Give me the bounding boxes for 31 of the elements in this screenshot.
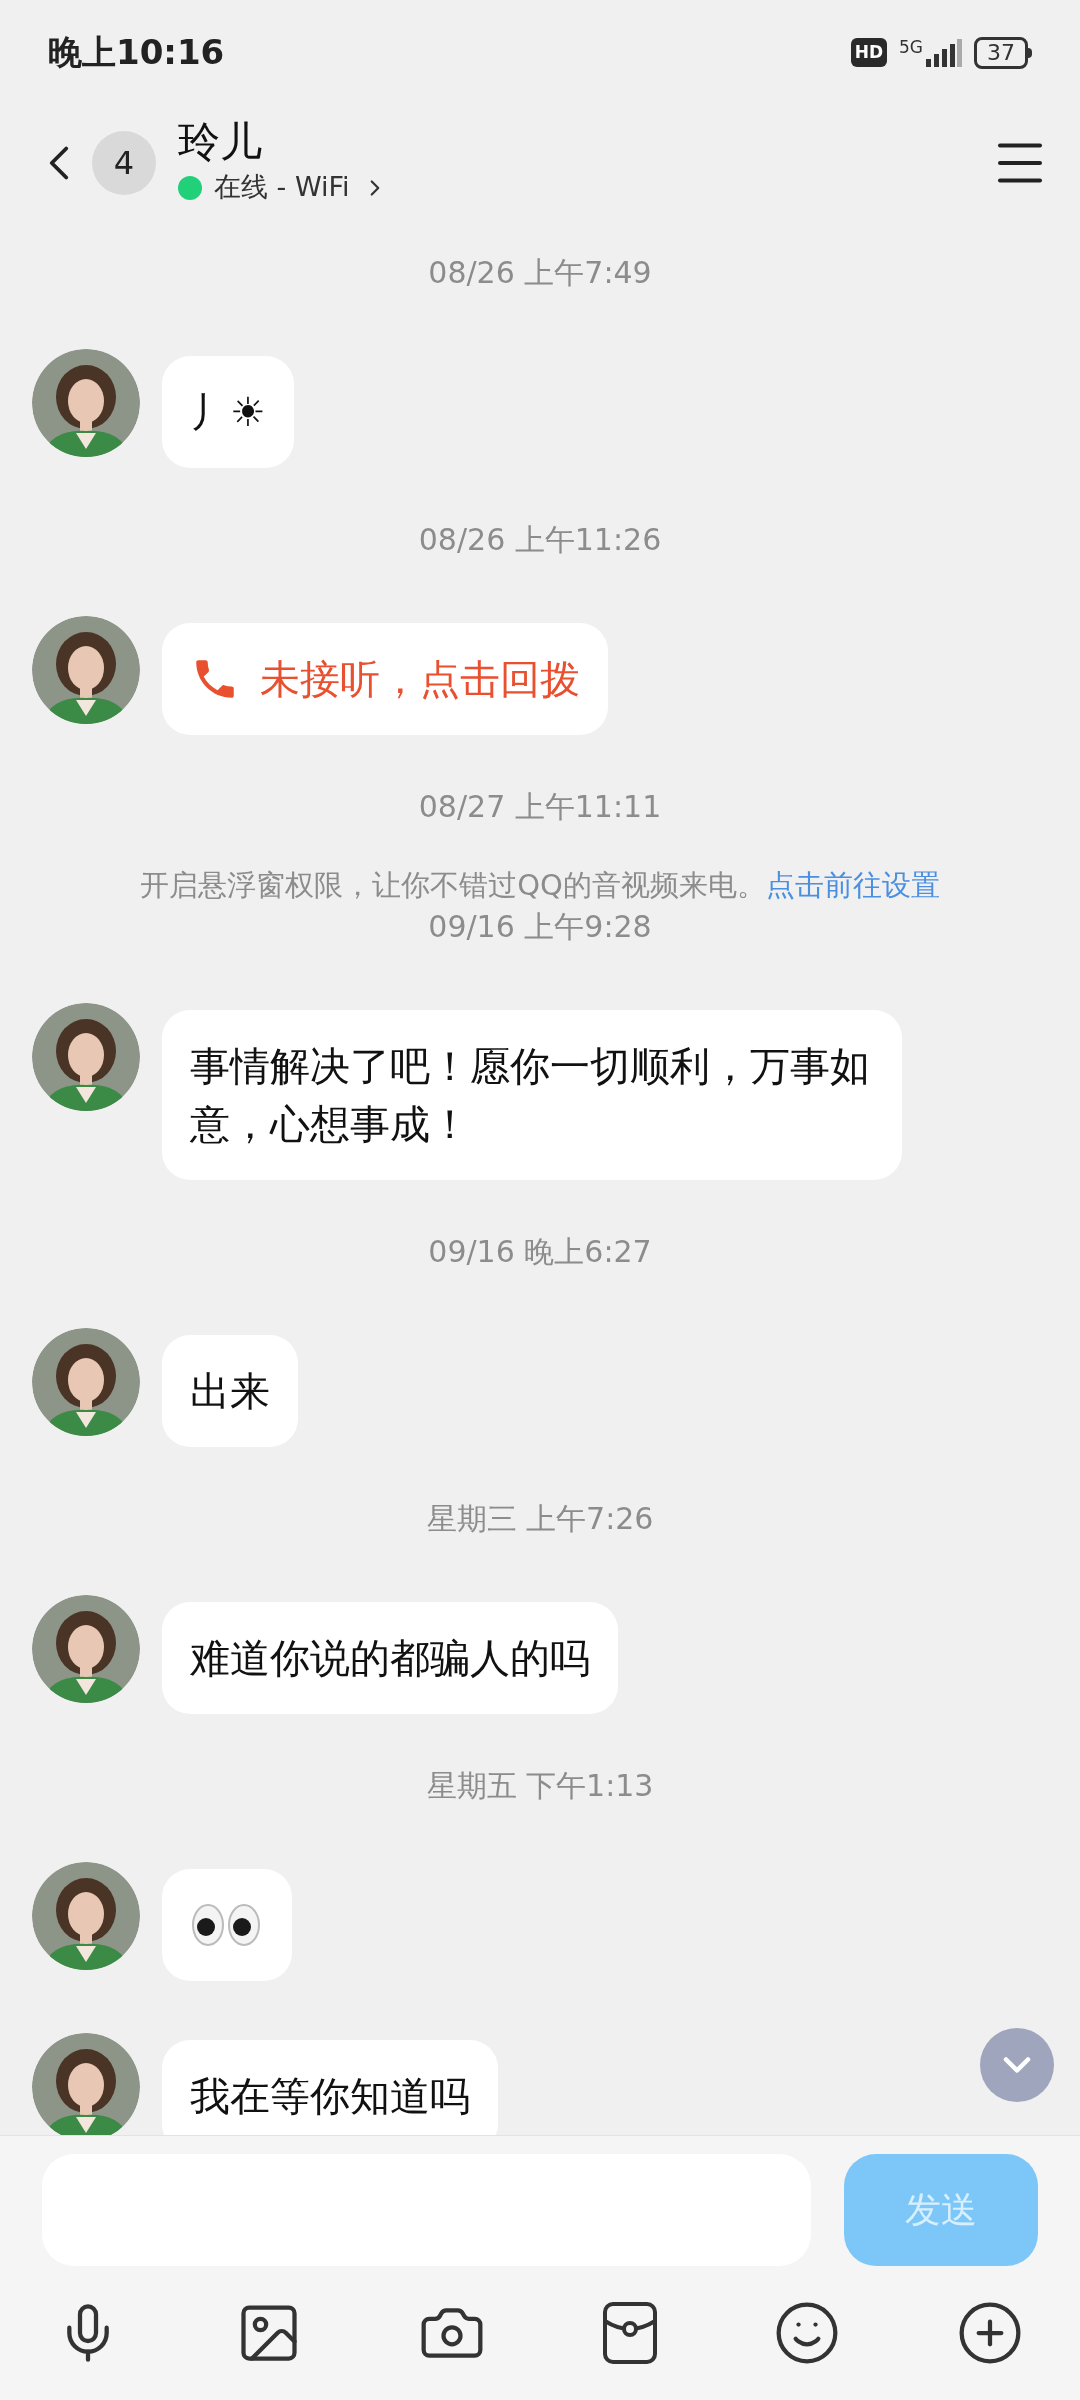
timestamp: 09/16 上午9:28 bbox=[428, 908, 652, 946]
message-text: 我在等你知道吗 bbox=[190, 2072, 470, 2121]
envelope-icon[interactable] bbox=[601, 2301, 658, 2365]
unread-count[interactable]: 4 bbox=[92, 130, 156, 195]
status-time: 晚上10:16 bbox=[48, 31, 225, 74]
timestamp: 08/27 上午11:11 bbox=[418, 788, 662, 826]
timestamp: 09/16 晚上6:27 bbox=[428, 1233, 652, 1271]
avatar[interactable] bbox=[32, 2033, 140, 2135]
missed-call-text: 未接听，点击回拨 bbox=[260, 655, 580, 704]
network-label: 5G bbox=[899, 38, 923, 56]
avatar[interactable] bbox=[32, 1595, 140, 1703]
message-text: 出来 bbox=[190, 1367, 270, 1416]
avatar[interactable] bbox=[32, 1862, 140, 1970]
avatar[interactable] bbox=[32, 1328, 140, 1436]
presence-text[interactable]: 在线 - WiFi bbox=[214, 167, 350, 208]
avatar[interactable] bbox=[32, 616, 140, 724]
message-text: 丿☀ bbox=[190, 388, 266, 437]
battery-tip bbox=[1028, 47, 1032, 58]
avatar[interactable] bbox=[32, 349, 140, 457]
message-text: 难道你说的都骗人的吗 bbox=[190, 1634, 590, 1683]
timestamp: 星期五 下午1:13 bbox=[426, 1767, 654, 1805]
signal-icon bbox=[926, 38, 962, 67]
hd-badge: HD bbox=[850, 37, 887, 68]
timestamp: 星期三 上午7:26 bbox=[426, 1500, 654, 1538]
message-text: 事情解决了吧！愿你一切顺利，万事如意，心想事成！ bbox=[190, 1042, 871, 1149]
avatar[interactable] bbox=[32, 1003, 140, 1111]
contact-name: 玲儿 bbox=[178, 117, 263, 168]
timestamp: 08/26 上午7:49 bbox=[428, 254, 652, 292]
notice-text: 开启悬浮窗权限，让你不错过QQ的音视频来电。点击前往设置 bbox=[140, 867, 940, 904]
timestamp: 08/26 上午11:26 bbox=[418, 521, 662, 559]
battery-indicator: 37 bbox=[974, 36, 1028, 69]
